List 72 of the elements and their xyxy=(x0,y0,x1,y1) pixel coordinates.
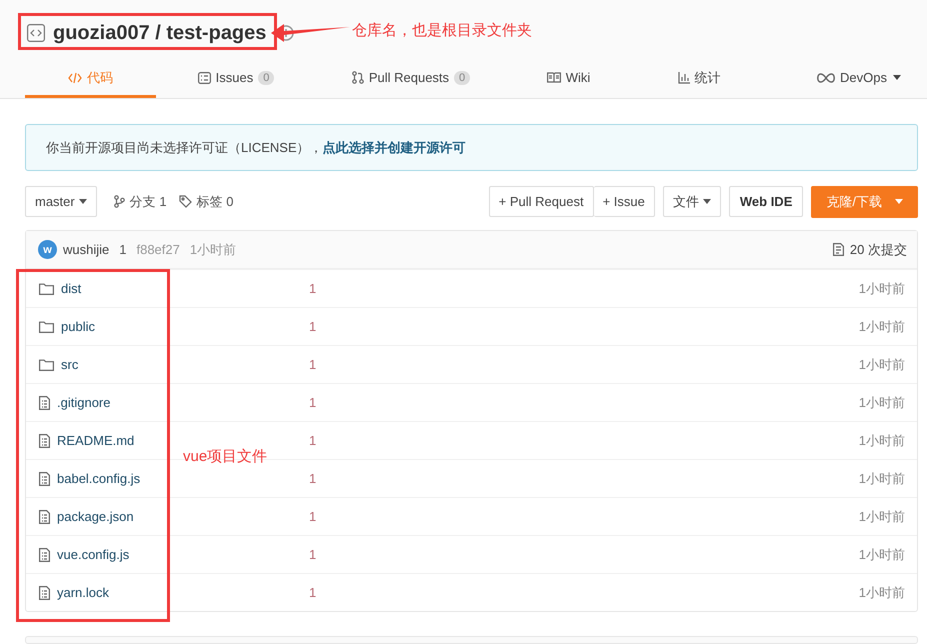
repo-title[interactable]: guozia007 / test-pages xyxy=(53,22,266,44)
repo-tab[interactable]: DevOps xyxy=(767,60,917,98)
folder-link[interactable]: public xyxy=(61,319,95,334)
commit-message[interactable]: 1 xyxy=(309,319,859,334)
file-link[interactable]: package.json xyxy=(57,509,134,524)
repo-tab[interactable]: Pull Requests 0 xyxy=(316,60,506,98)
license-link[interactable]: 点此选择并创建开源许可 xyxy=(322,138,466,156)
commit-time: 1小时前 xyxy=(190,240,236,258)
bar-chart-icon xyxy=(678,72,690,84)
book-icon xyxy=(546,72,561,83)
commit-message[interactable]: 1 xyxy=(309,509,859,524)
caret-icon xyxy=(895,199,903,204)
folder-icon xyxy=(39,320,54,332)
commit-time: 1小时前 xyxy=(858,508,905,526)
folder-icon xyxy=(39,358,54,370)
tag-count[interactable]: 标签 0 xyxy=(178,192,234,210)
code-icon xyxy=(68,72,82,84)
commit-message[interactable]: 1 xyxy=(309,433,859,448)
document-icon xyxy=(39,548,50,562)
annotation-note: vue项目文件 xyxy=(183,447,268,466)
toolbar-button[interactable]: Web IDE xyxy=(728,186,804,217)
folder-link[interactable]: src xyxy=(61,357,78,372)
toolbar-button[interactable]: 文件 xyxy=(662,186,721,217)
count-badge: 0 xyxy=(454,70,470,84)
commit-message[interactable]: 1 xyxy=(309,471,859,486)
file-link[interactable]: yarn.lock xyxy=(57,585,110,600)
commit-message[interactable]: 1 xyxy=(309,357,859,372)
commit-message[interactable]: 1 xyxy=(119,242,126,257)
document-icon xyxy=(39,434,50,448)
infinity-icon xyxy=(817,72,836,82)
branch-icon xyxy=(114,195,125,208)
folder-icon xyxy=(39,282,54,294)
commit-message[interactable]: 1 xyxy=(309,585,859,600)
document-icon xyxy=(39,472,50,486)
pull-request-icon xyxy=(352,71,364,84)
commit-message[interactable]: 1 xyxy=(309,281,859,296)
toolbar-button[interactable]: + Pull Request xyxy=(488,186,594,217)
file-link[interactable]: .gitignore xyxy=(57,395,110,410)
document-icon xyxy=(832,243,844,256)
document-icon xyxy=(39,586,50,600)
caret-icon xyxy=(702,199,711,204)
code-repo-icon xyxy=(27,24,45,42)
folder-link[interactable]: dist xyxy=(61,281,82,296)
commit-count[interactable]: 20 次提交 xyxy=(832,240,907,258)
document-icon xyxy=(39,396,50,410)
repo-tab[interactable]: 统计 xyxy=(631,60,767,98)
commit-message[interactable]: 1 xyxy=(309,547,859,562)
commit-time: 1小时前 xyxy=(858,356,905,374)
commit-time: 1小时前 xyxy=(858,432,905,450)
branch-count[interactable]: 分支 1 xyxy=(114,192,167,210)
file-link[interactable]: babel.config.js xyxy=(57,471,140,486)
notice-text: 你当前开源项目尚未选择许可证（LICENSE）， xyxy=(46,138,323,156)
toolbar-button[interactable]: + Issue xyxy=(594,186,655,217)
commit-time: 1小时前 xyxy=(858,318,905,336)
file-link[interactable]: README.md xyxy=(57,433,134,448)
commit-time: 1小时前 xyxy=(858,584,905,602)
checklist-icon xyxy=(198,72,211,84)
commit-message[interactable]: 1 xyxy=(309,395,859,410)
repo-tab[interactable]: Wiki xyxy=(506,60,631,98)
caret-icon xyxy=(78,199,87,204)
author-link[interactable]: wushijie xyxy=(63,242,110,257)
commit-time: 1小时前 xyxy=(858,546,905,564)
count-badge: 0 xyxy=(258,70,274,84)
branch-dropdown[interactable]: master xyxy=(25,186,97,217)
commit-time: 1小时前 xyxy=(858,470,905,488)
annotation-note: 仓库名，也是根目录文件夹 xyxy=(352,21,532,40)
tag-icon xyxy=(178,195,192,208)
document-icon xyxy=(39,510,50,524)
file-link[interactable]: vue.config.js xyxy=(57,547,130,562)
commit-time: 1小时前 xyxy=(858,280,905,298)
commit-time: 1小时前 xyxy=(858,394,905,412)
repo-tab[interactable]: Issues 0 xyxy=(156,60,316,98)
